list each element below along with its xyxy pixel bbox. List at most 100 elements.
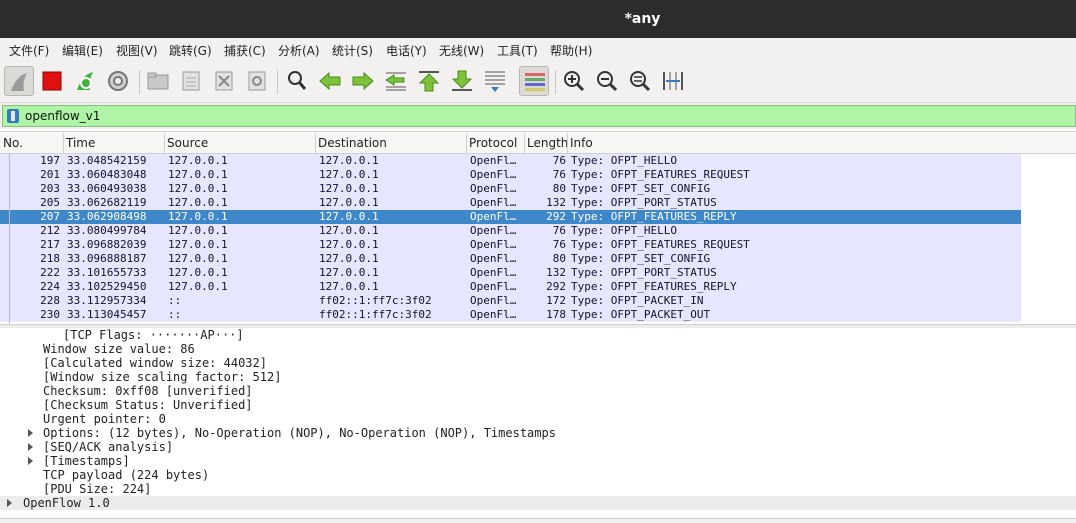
display-filter-input[interactable]: openflow_v1 (2, 105, 1076, 127)
packet-destination: 127.0.0.1 (319, 168, 379, 181)
packet-time: 33.048542159 (67, 154, 147, 167)
zoom-normal-icon[interactable] (625, 66, 655, 96)
detail-item[interactable]: [PDU Size: 224] (0, 482, 1076, 496)
menu-go[interactable]: 跳转(G) (169, 42, 212, 59)
auto-scroll-icon[interactable] (480, 66, 510, 96)
find-packet-icon[interactable] (282, 66, 312, 96)
packet-no: 212 (40, 224, 60, 237)
packet-destination: 127.0.0.1 (319, 182, 379, 195)
packet-row[interactable]: 228 33.112957334 :: ff02::1:ff7c:3f02 Op… (0, 294, 1021, 308)
detail-item-openflow[interactable]: OpenFlow 1.0 (0, 496, 1076, 510)
menu-tools[interactable]: 工具(T) (497, 42, 538, 59)
menu-capture[interactable]: 捕获(C) (224, 42, 266, 59)
packet-list-header: No. Time Source Destination Protocol Len… (0, 133, 1076, 154)
packet-length: 76 (552, 238, 566, 251)
packet-no: 218 (40, 252, 60, 265)
detail-text: Checksum: 0xff08 [unverified] (43, 384, 253, 398)
menu-view[interactable]: 视图(V) (116, 42, 158, 59)
packet-row[interactable]: 203 33.060493038 127.0.0.1 127.0.0.1 Ope… (0, 182, 1021, 196)
detail-item[interactable]: Window size value: 86 (0, 342, 1076, 356)
packet-no: 230 (40, 308, 60, 321)
column-length[interactable]: Length (527, 136, 568, 150)
packet-row-selected[interactable]: 207 33.062908498 127.0.0.1 127.0.0.1 Ope… (0, 210, 1021, 224)
packet-source: :: (168, 308, 182, 321)
menu-edit[interactable]: 编辑(E) (62, 42, 103, 59)
menu-file[interactable]: 文件(F) (9, 42, 49, 59)
expand-arrow-icon[interactable] (28, 457, 33, 465)
detail-item[interactable]: [Window size scaling factor: 512] (0, 370, 1076, 384)
go-forward-icon[interactable] (348, 66, 378, 96)
stop-capture-icon[interactable] (37, 66, 67, 96)
packet-no: 197 (40, 154, 60, 167)
expand-arrow-icon[interactable] (28, 429, 33, 437)
title-bar: *any (0, 0, 1076, 38)
packet-row[interactable]: 224 33.102529450 127.0.0.1 127.0.0.1 Ope… (0, 280, 1021, 294)
menu-analyze[interactable]: 分析(A) (278, 42, 320, 59)
menu-help[interactable]: 帮助(H) (550, 42, 592, 59)
detail-item[interactable]: [TCP Flags: ·······AP···] (0, 328, 1076, 342)
column-no[interactable]: No. (3, 136, 23, 150)
column-source[interactable]: Source (167, 136, 208, 150)
column-divider (524, 133, 525, 153)
packet-source: 127.0.0.1 (168, 266, 228, 279)
packet-row[interactable]: 201 33.060483048 127.0.0.1 127.0.0.1 Ope… (0, 168, 1021, 182)
detail-item[interactable]: Checksum: 0xff08 [unverified] (0, 384, 1076, 398)
detail-text: [Calculated window size: 44032] (43, 356, 267, 370)
resize-columns-icon[interactable] (658, 66, 688, 96)
shark-fin-icon[interactable] (4, 66, 34, 96)
open-file-icon[interactable] (143, 66, 173, 96)
expand-arrow-icon[interactable] (28, 443, 33, 451)
column-protocol[interactable]: Protocol (469, 136, 517, 150)
colorize-icon[interactable] (519, 66, 549, 96)
go-last-icon[interactable] (447, 66, 477, 96)
detail-item[interactable]: [Calculated window size: 44032] (0, 356, 1076, 370)
close-file-icon[interactable] (209, 66, 239, 96)
packet-info: Type: OFPT_PORT_STATUS (571, 196, 717, 209)
menu-telephony[interactable]: 电话(Y) (386, 42, 427, 59)
packet-time: 33.096882039 (67, 238, 147, 251)
packet-source: 127.0.0.1 (168, 210, 228, 223)
column-info[interactable]: Info (570, 136, 593, 150)
column-divider (466, 133, 467, 153)
restart-capture-icon[interactable] (70, 66, 100, 96)
reload-file-icon[interactable] (242, 66, 272, 96)
detail-text: [Checksum Status: Unverified] (43, 398, 253, 412)
detail-item[interactable]: Options: (12 bytes), No-Operation (NOP),… (0, 426, 1076, 440)
packet-destination: 127.0.0.1 (319, 210, 379, 223)
main-toolbar (0, 62, 1076, 103)
toolbar-separator (555, 70, 556, 94)
packet-destination: 127.0.0.1 (319, 196, 379, 209)
zoom-in-icon[interactable] (559, 66, 589, 96)
packet-protocol: OpenFl… (470, 210, 517, 223)
packet-row[interactable]: 230 33.113045457 :: ff02::1:ff7c:3f02 Op… (0, 308, 1021, 322)
packet-time: 33.060483048 (67, 168, 147, 181)
save-file-icon[interactable] (176, 66, 206, 96)
packet-destination: 127.0.0.1 (319, 280, 379, 293)
detail-item[interactable]: [SEQ/ACK analysis] (0, 440, 1076, 454)
detail-item[interactable]: Urgent pointer: 0 (0, 412, 1076, 426)
expand-arrow-icon[interactable] (7, 499, 12, 507)
go-to-packet-icon[interactable] (381, 66, 411, 96)
packet-row[interactable]: 217 33.096882039 127.0.0.1 127.0.0.1 Ope… (0, 238, 1021, 252)
packet-row[interactable]: 222 33.101655733 127.0.0.1 127.0.0.1 Ope… (0, 266, 1021, 280)
packet-list-scroll-area[interactable] (1022, 154, 1076, 324)
detail-item[interactable]: TCP payload (224 bytes) (0, 468, 1076, 482)
detail-item[interactable]: [Timestamps] (0, 454, 1076, 468)
bookmark-icon[interactable] (7, 109, 19, 123)
detail-item[interactable]: [Checksum Status: Unverified] (0, 398, 1076, 412)
packet-source: 127.0.0.1 (168, 196, 228, 209)
menu-statistics[interactable]: 统计(S) (332, 42, 373, 59)
column-destination[interactable]: Destination (318, 136, 387, 150)
go-first-icon[interactable] (414, 66, 444, 96)
column-time[interactable]: Time (66, 136, 95, 150)
zoom-out-icon[interactable] (592, 66, 622, 96)
packet-row[interactable]: 205 33.062682119 127.0.0.1 127.0.0.1 Ope… (0, 196, 1021, 210)
detail-text: Window size value: 86 (43, 342, 195, 356)
capture-options-icon[interactable] (103, 66, 133, 96)
packet-row[interactable]: 212 33.080499784 127.0.0.1 127.0.0.1 Ope… (0, 224, 1021, 238)
go-back-icon[interactable] (315, 66, 345, 96)
menu-wireless[interactable]: 无线(W) (439, 42, 484, 59)
packet-row[interactable]: 218 33.096888187 127.0.0.1 127.0.0.1 Ope… (0, 252, 1021, 266)
packet-source: 127.0.0.1 (168, 238, 228, 251)
packet-row[interactable]: 197 33.048542159 127.0.0.1 127.0.0.1 Ope… (0, 154, 1021, 168)
